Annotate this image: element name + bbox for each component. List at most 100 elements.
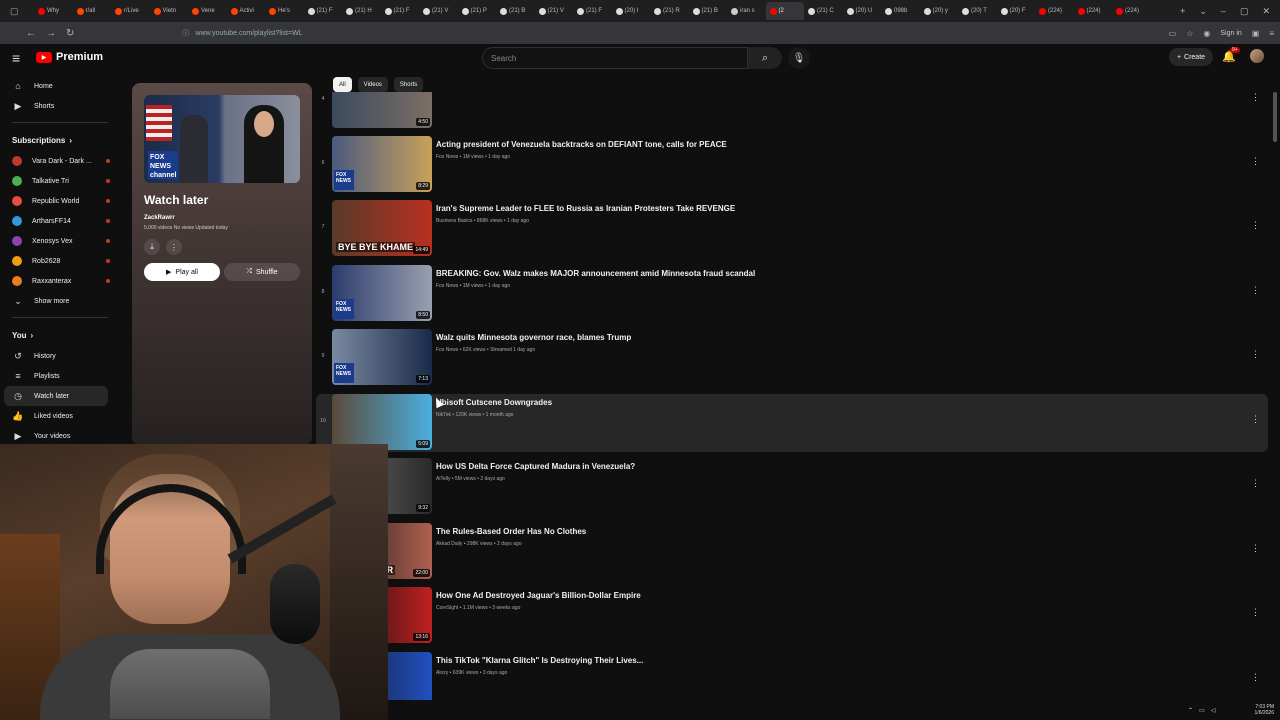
browser-tab[interactable]: (21) F [573,2,612,20]
back-icon[interactable]: ← [26,28,36,39]
playlist-row[interactable]: 4 4:50 ⋮ [316,92,1268,130]
subscription-item[interactable]: Talkative Tri [0,171,120,191]
scrollbar-thumb[interactable] [1273,92,1277,142]
browser-tab[interactable]: Activi [227,2,266,20]
voice-search-button[interactable]: 🎙 [788,47,810,69]
playlist-row[interactable]: 14This TikTok "Klarna Glitch" Is Destroy… [316,652,1268,700]
more-options-icon[interactable]: ⋮ [1251,543,1260,554]
network-icon[interactable]: ▭ [1199,707,1205,714]
browser-tab[interactable]: (21) P [458,2,497,20]
browser-menu-icon[interactable]: ≡ [1269,29,1274,38]
subscription-item[interactable]: Rob2628 [0,251,120,271]
more-options-icon[interactable]: ⋮ [1251,156,1260,167]
site-info-icon[interactable]: ⓘ [182,28,189,38]
more-options-icon[interactable]: ⋮ [1251,672,1260,683]
tab-list-icon[interactable]: ▢ [10,6,19,17]
video-title[interactable]: The Rules-Based Order Has No Clothes [436,527,586,536]
video-title[interactable]: Ubisoft Cutscene Downgrades [436,398,552,407]
browser-tab[interactable]: (224) [1112,2,1151,20]
playlist-row[interactable]: 12S ARE OVER22:00The Rules-Based Order H… [316,523,1268,581]
browser-tab[interactable]: r/Live [111,2,150,20]
download-icon[interactable]: ⤓ [144,239,160,255]
close-window-icon[interactable]: ✕ [1262,6,1270,17]
sidebar-item-watch-later[interactable]: ◷ Watch later [4,386,108,406]
minimize-icon[interactable]: – [1221,6,1226,17]
subscription-item[interactable]: Raxxanterax [0,271,120,291]
video-thumbnail[interactable]: FOX NEWS 8:50 [332,265,432,321]
video-title[interactable]: This TikTok "Klarna Glitch" Is Destroyin… [436,656,643,665]
browser-tab[interactable]: Why [34,2,73,20]
playlist-thumbnail[interactable]: FOX NEWS channel [144,95,300,183]
browser-tab[interactable]: (2 [765,2,804,20]
subscription-item[interactable]: Vara Dark - Dark ... [0,151,120,171]
browser-tab[interactable]: (21) H [342,2,381,20]
page-scrollbar[interactable] [1272,72,1278,700]
play-all-button[interactable]: ▶ Play all [144,263,220,281]
more-options-icon[interactable]: ⋮ [1251,349,1260,360]
more-options-icon[interactable]: ⋮ [1251,220,1260,231]
url-field[interactable]: ⓘ www.youtube.com/playlist?list=WL [82,25,1160,41]
video-title[interactable]: Iran's Supreme Leader to FLEE to Russia … [436,204,735,213]
sidebar-item-home[interactable]: ⌂ Home [0,76,120,96]
browser-tab[interactable]: (20) I [612,2,651,20]
more-options-icon[interactable]: ⋮ [1251,414,1260,425]
youtube-premium-logo[interactable]: ▶ Premium [36,51,103,63]
video-thumbnail[interactable]: BYE BYE KHAME 14:49 [332,200,432,256]
browser-tab[interactable]: (20) y [920,2,959,20]
reload-icon[interactable]: ↻ [66,28,74,39]
tray-arrow-icon[interactable]: ⌃ [1188,707,1193,714]
more-options-icon[interactable]: ⋮ [1251,478,1260,489]
browser-tab[interactable]: (21) V [419,2,458,20]
maximize-icon[interactable]: ▢ [1240,6,1249,17]
sidebar-item-liked-videos[interactable]: 👍 Liked videos [0,406,120,426]
create-button[interactable]: + Create [1169,48,1213,66]
playlist-row[interactable]: 13SIBLE"13:16How One Ad Destroyed Jaguar… [316,587,1268,645]
search-button[interactable]: ⌕ [748,47,782,69]
more-options-icon[interactable]: ⋮ [1251,607,1260,618]
sidebar-item-your-videos[interactable]: ▶ Your videos [0,426,120,446]
video-thumbnail[interactable]: FOX NEWS 7:13 [332,329,432,385]
playlist-row[interactable]: 8 FOX NEWS 8:50 BREAKING: Gov. Walz makes M… [316,265,1268,323]
volume-icon[interactable]: ◁ [1211,707,1216,714]
you-header[interactable]: You › [0,324,120,346]
filter-chip-all[interactable]: All [333,77,352,92]
browser-tab[interactable]: (21) B [689,2,728,20]
browser-tab[interactable]: Vietn [150,2,189,20]
sidebar-item-history[interactable]: ↺ History [0,346,120,366]
browser-tab[interactable]: 098b [881,2,920,20]
playlist-row[interactable]: 6 FOX NEWS 8:29 Acting president of Venezue… [316,136,1268,194]
playlist-row[interactable]: 7 BYE BYE KHAME 14:49 Iran's Supreme Leader… [316,200,1268,258]
video-thumbnail[interactable]: FOX NEWS 8:29 [332,136,432,192]
subscription-item[interactable]: Xenosys Vex [0,231,120,251]
tab-search-icon[interactable]: ⌄ [1199,6,1207,17]
clock[interactable]: 7:03 PM 1/6/2026 [1255,704,1280,716]
cast-icon[interactable]: ▭ [1169,29,1177,38]
browser-tab[interactable]: (21) V [535,2,574,20]
more-actions-icon[interactable]: ⋮ [166,239,182,255]
new-tab-icon[interactable]: + [1180,6,1185,17]
more-options-icon[interactable]: ⋮ [1251,285,1260,296]
browser-tab[interactable]: (224) [1035,2,1074,20]
browser-tab[interactable]: (21) B [496,2,535,20]
browser-tab[interactable]: Vene [188,2,227,20]
playlist-row[interactable]: 10 5:09 Ubisoft Cutscene Downgrades NikTek … [316,394,1268,452]
subscription-item[interactable]: ArtharsFF14 [0,211,120,231]
sign-in-link[interactable]: Sign in [1220,30,1241,37]
video-title[interactable]: How One Ad Destroyed Jaguar's Billion-Do… [436,591,641,600]
video-title[interactable]: How US Delta Force Captured Madura in Ve… [436,462,635,471]
browser-tab[interactable]: (21) R [650,2,689,20]
show-more-button[interactable]: ⌄ Show more [0,291,120,311]
filter-chip-shorts[interactable]: Shorts [393,77,424,92]
sidebar-item-shorts[interactable]: ▶ Shorts [0,96,120,116]
browser-tab[interactable]: (20) T [958,2,997,20]
extensions-icon[interactable]: ▣ [1252,29,1260,38]
hamburger-menu-icon[interactable]: ≡ [12,50,20,66]
account-avatar[interactable] [1250,49,1264,63]
video-title[interactable]: Walz quits Minnesota governor race, blam… [436,333,631,342]
subscription-item[interactable]: Republic World [0,191,120,211]
browser-tab[interactable]: (20) U [843,2,882,20]
browser-tab[interactable]: (21) F [304,2,343,20]
browser-tab[interactable]: (20) F [997,2,1036,20]
profile-icon[interactable]: ◉ [1203,29,1210,38]
browser-tab[interactable]: iran s [727,2,766,20]
